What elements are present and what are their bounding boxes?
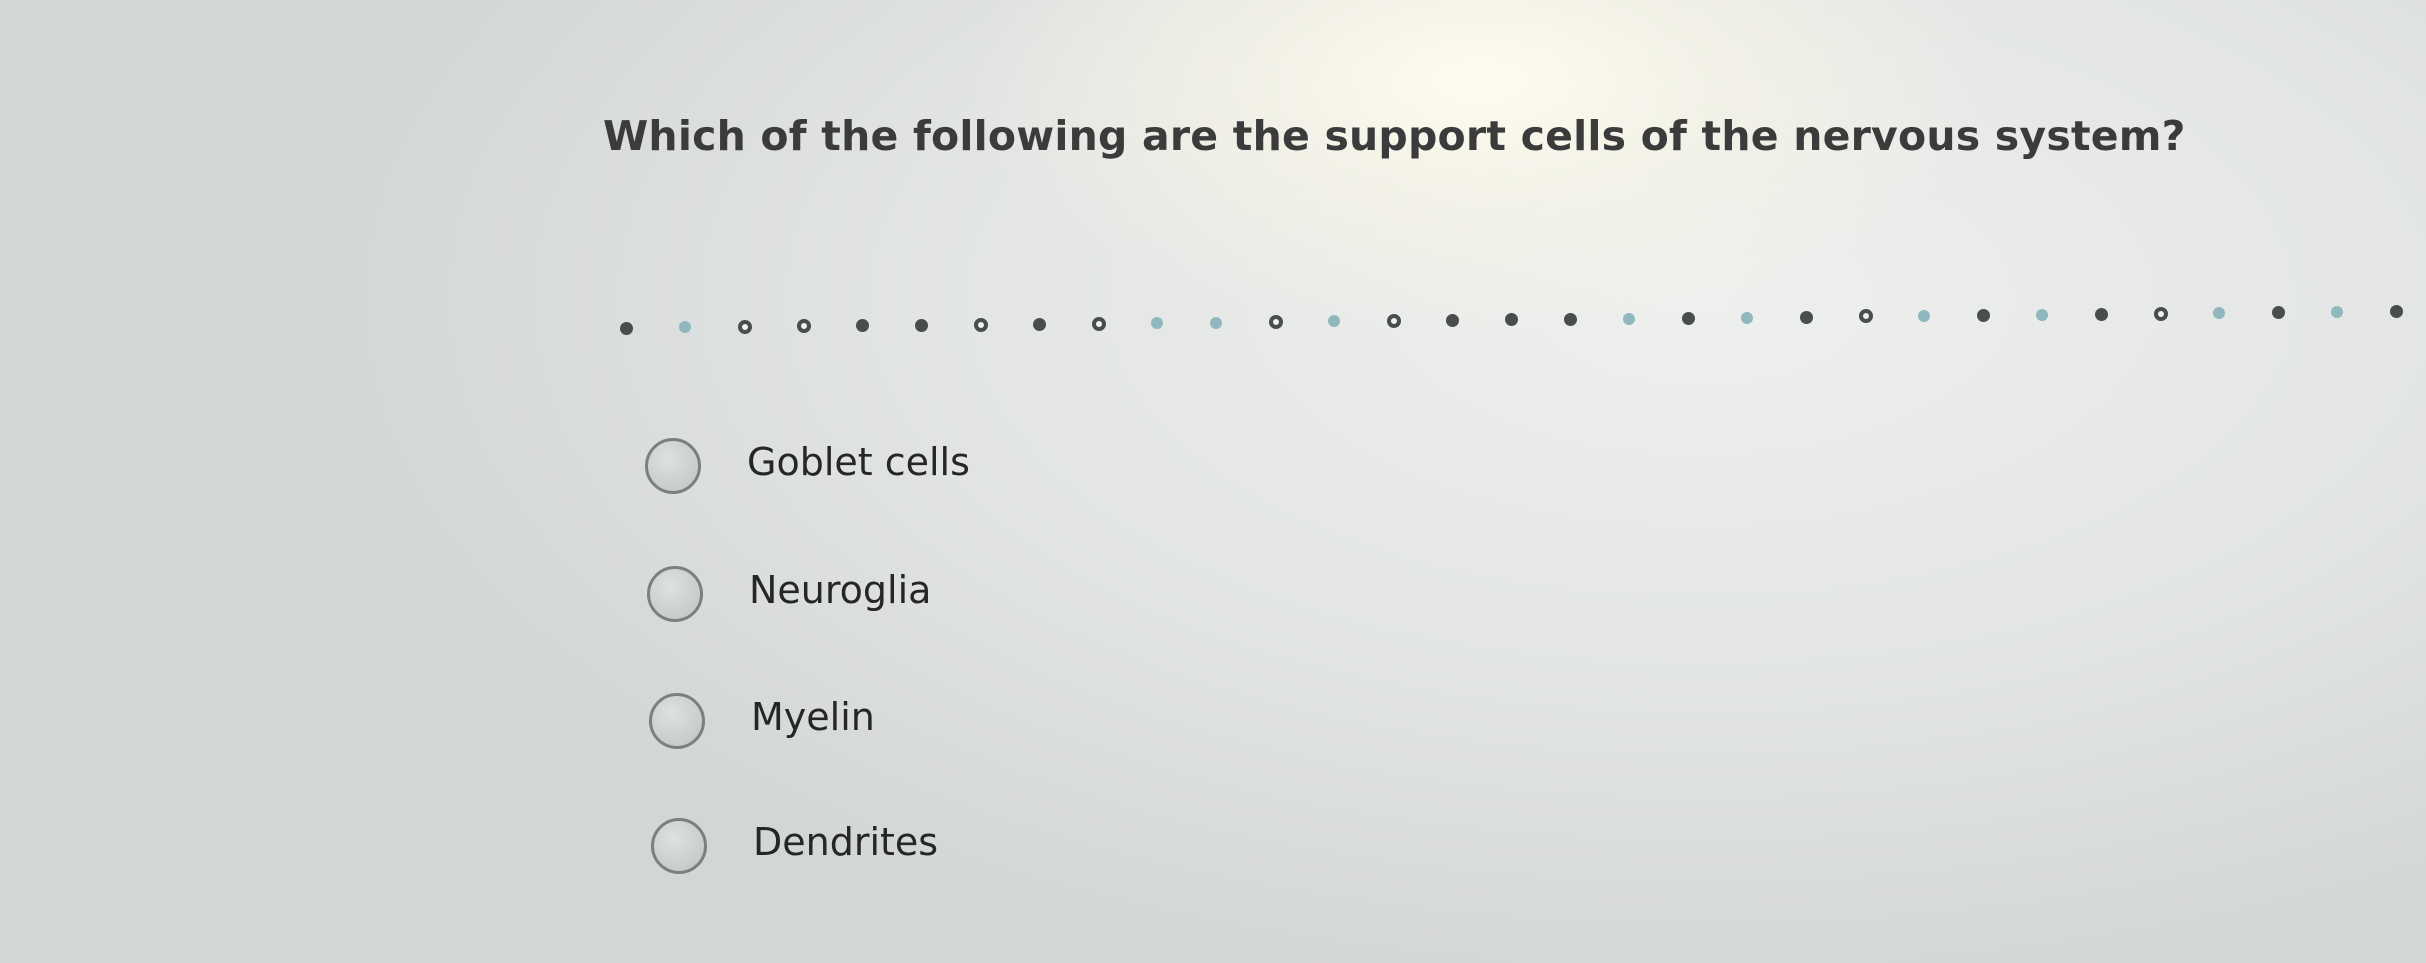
separator-dot	[915, 318, 928, 332]
option-dendrites[interactable]: Dendrites	[651, 812, 1251, 882]
separator-dot	[738, 319, 752, 334]
separator-dot	[1092, 316, 1106, 331]
separator-dot	[1387, 313, 1401, 328]
separator-dot	[2095, 307, 2108, 321]
separator-dot	[1033, 317, 1046, 331]
separator-dot	[1859, 309, 1873, 324]
question-text: Which of the following are the support c…	[603, 112, 2186, 160]
separator-dot	[2390, 305, 2403, 318]
separator-dot	[2036, 308, 2048, 321]
radio-button[interactable]	[651, 818, 707, 874]
separator-dot	[1564, 312, 1577, 326]
separator-dot	[1800, 310, 1813, 324]
separator-dot	[620, 321, 633, 335]
option-label: Neuroglia	[749, 568, 932, 612]
separator-dot	[1505, 313, 1518, 327]
option-neuroglia[interactable]: Neuroglia	[647, 560, 1247, 630]
separator-dot	[797, 319, 811, 334]
option-label: Goblet cells	[747, 440, 970, 484]
radio-button[interactable]	[647, 566, 703, 622]
option-label: Myelin	[751, 695, 875, 739]
option-myelin[interactable]: Myelin	[649, 687, 1249, 757]
separator-dot	[1623, 312, 1635, 325]
separator-dot	[1210, 316, 1222, 329]
separator-dot	[679, 321, 691, 334]
separator-dot	[1741, 311, 1753, 324]
separator-dot	[2154, 306, 2168, 321]
separator-dot	[1151, 317, 1163, 330]
radio-button[interactable]	[645, 438, 701, 494]
separator-dot	[1328, 315, 1340, 328]
separator-dot	[2213, 307, 2225, 320]
option-label: Dendrites	[753, 820, 939, 864]
separator-dot	[2272, 306, 2285, 320]
quiz-screen: Which of the following are the support c…	[0, 0, 2426, 963]
separator-dot	[2331, 306, 2343, 319]
separator-dot	[1269, 314, 1283, 329]
separator-dot	[1682, 311, 1695, 325]
progress-dots	[620, 305, 2410, 338]
option-goblet-cells[interactable]: Goblet cells	[645, 432, 1245, 502]
separator-dot	[1977, 308, 1990, 322]
separator-dot	[856, 319, 869, 333]
separator-dot	[1918, 309, 1930, 322]
radio-button[interactable]	[649, 693, 705, 749]
separator-dot	[974, 317, 988, 332]
separator-dot	[1446, 313, 1459, 327]
